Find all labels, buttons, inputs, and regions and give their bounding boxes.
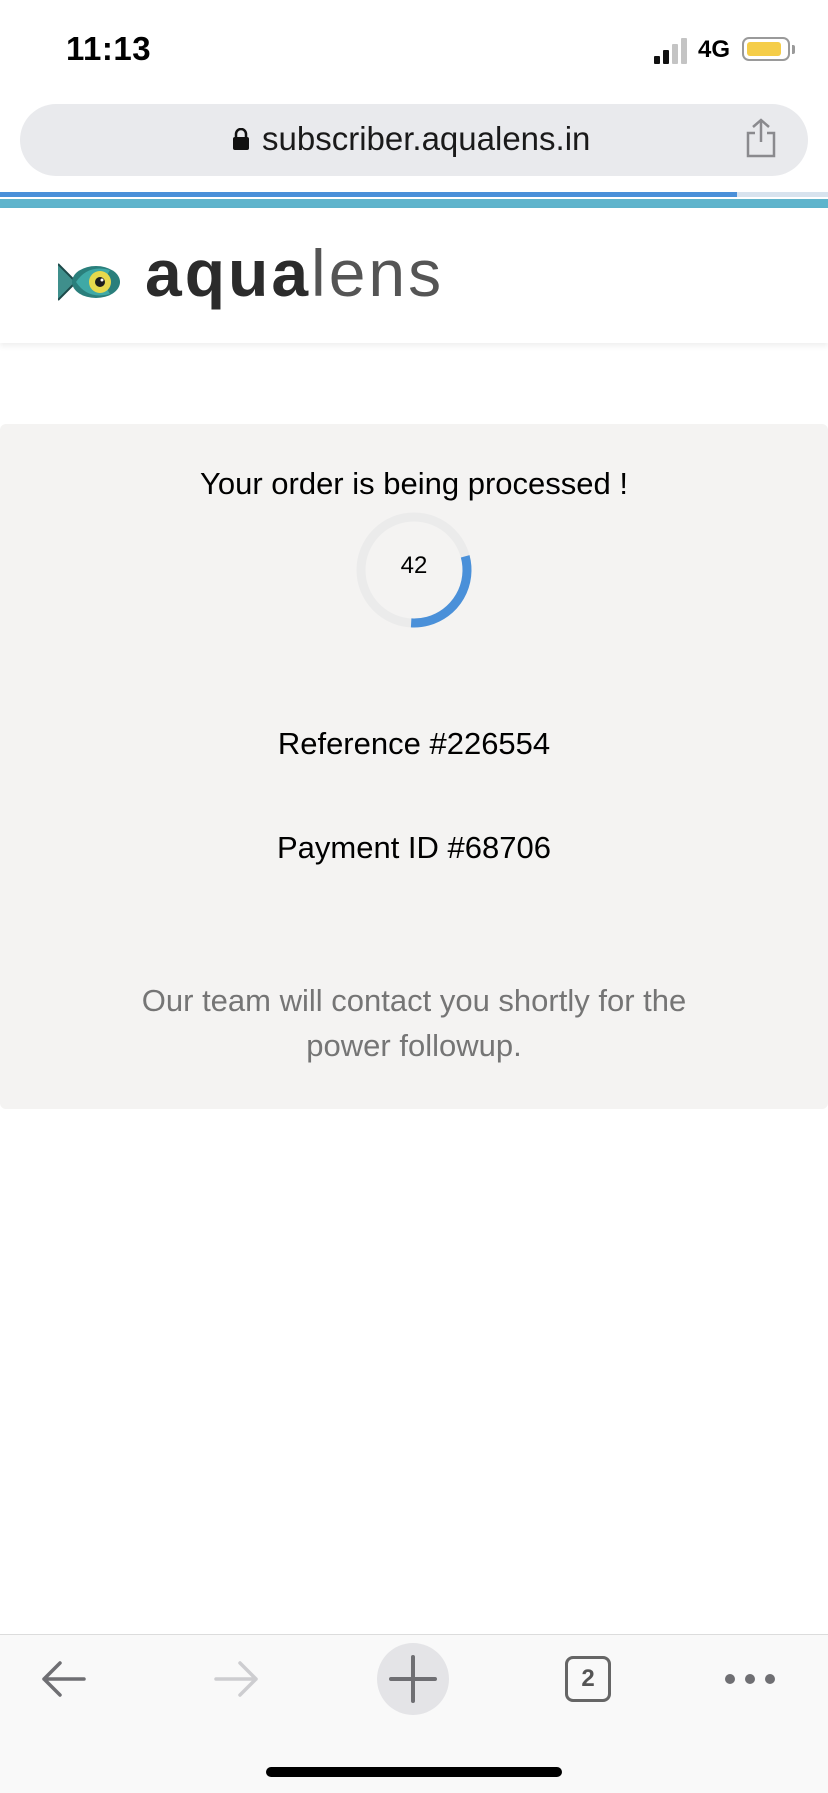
lock-icon <box>233 128 249 150</box>
fish-logo-icon[interactable] <box>58 258 122 306</box>
more-dots-icon[interactable] <box>720 1664 780 1694</box>
network-label: 4G <box>698 36 731 63</box>
page-load-progress <box>0 192 737 197</box>
battery-icon <box>742 37 790 61</box>
header-accent-line <box>0 199 828 208</box>
tabs-count-button[interactable]: 2 <box>565 1656 611 1702</box>
reference-number: Reference #226554 <box>277 726 551 761</box>
signal-icon <box>654 38 687 64</box>
home-indicator <box>266 1767 562 1777</box>
back-arrow-icon[interactable] <box>38 1654 88 1704</box>
countdown-value: 42 <box>400 552 428 579</box>
order-heading: Your order is being processed ! <box>200 466 628 501</box>
contact-note: Our team will contact you shortly for th… <box>141 983 687 1063</box>
url-text[interactable]: subscriber.aqualens.in <box>262 120 590 158</box>
battery-tip <box>792 45 795 54</box>
payment-id: Payment ID #68706 <box>276 830 551 865</box>
share-icon[interactable] <box>744 118 778 158</box>
aqualens-logo[interactable]: aqualens <box>145 235 444 311</box>
logo-text-light: lens <box>311 236 445 310</box>
new-tab-button[interactable] <box>377 1643 449 1715</box>
status-bar: 11:13 4G <box>0 0 828 100</box>
forward-arrow-icon[interactable] <box>212 1654 262 1704</box>
logo-text-bold: aqua <box>145 236 312 310</box>
status-time: 11:13 <box>66 30 152 67</box>
plus-icon <box>389 1655 437 1703</box>
